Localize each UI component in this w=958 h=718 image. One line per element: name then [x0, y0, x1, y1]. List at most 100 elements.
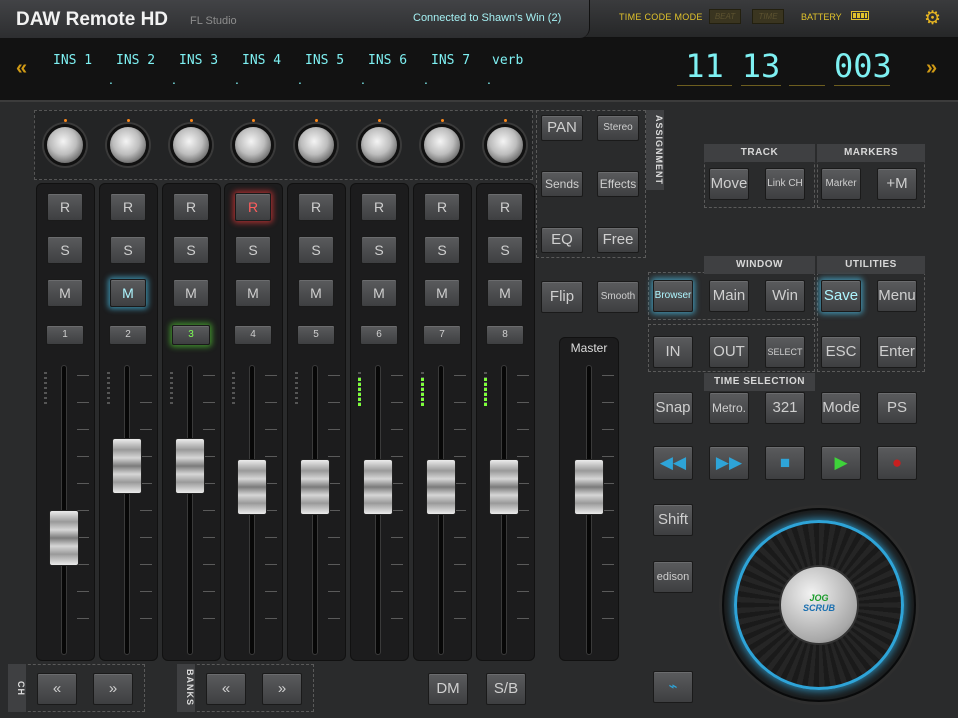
pan-knob[interactable]	[484, 124, 526, 166]
in-button[interactable]: IN	[653, 336, 693, 368]
jog-scrub-center[interactable]: JOG SCRUB	[779, 565, 859, 645]
battery-icon	[851, 11, 869, 20]
record-arm-button[interactable]: R	[487, 193, 523, 221]
mute-button[interactable]: M	[298, 279, 334, 307]
solo-button[interactable]: S	[110, 236, 146, 264]
mute-button[interactable]: M	[361, 279, 397, 307]
select-button[interactable]: SELECT	[765, 336, 805, 368]
shift-button[interactable]: Shift	[653, 504, 693, 536]
effects-button[interactable]: Effects	[597, 171, 639, 197]
tc-time-button[interactable]: TIME	[752, 9, 784, 24]
smooth-button[interactable]: Smooth	[597, 281, 639, 313]
ch-prev-button[interactable]: «	[37, 673, 77, 705]
main-window-button[interactable]: Main	[709, 280, 749, 312]
snap-button[interactable]: Snap	[653, 392, 693, 424]
dm-button[interactable]: DM	[428, 673, 468, 705]
esc-button[interactable]: ESC	[821, 336, 861, 368]
channel-select-button[interactable]: 2	[109, 325, 147, 345]
pan-knob[interactable]	[170, 124, 212, 166]
eq-button[interactable]: EQ	[541, 227, 583, 253]
master-fader[interactable]	[574, 459, 604, 515]
banks-next-button[interactable]: »	[262, 673, 302, 705]
channel-select-button[interactable]: 6	[360, 325, 398, 345]
channel-select-button[interactable]: 4	[234, 325, 272, 345]
channel-fader[interactable]	[426, 459, 456, 515]
flip-button[interactable]: Flip	[541, 281, 583, 313]
channel-select-button[interactable]: 8	[486, 325, 524, 345]
rewind-icon[interactable]: ◀◀	[653, 446, 693, 480]
record-arm-button[interactable]: R	[173, 193, 209, 221]
pan-knob[interactable]	[295, 124, 337, 166]
solo-button[interactable]: S	[298, 236, 334, 264]
sb-button[interactable]: S/B	[486, 673, 526, 705]
banks-prev-button[interactable]: «	[206, 673, 246, 705]
solo-button[interactable]: S	[424, 236, 460, 264]
record-arm-button[interactable]: R	[110, 193, 146, 221]
channel-select-button[interactable]: 1	[46, 325, 84, 345]
mute-button[interactable]: M	[424, 279, 460, 307]
channel-fader[interactable]	[300, 459, 330, 515]
metronome-button[interactable]: Metro.	[709, 392, 749, 424]
ch-next-button[interactable]: »	[93, 673, 133, 705]
channel-fader[interactable]	[175, 438, 205, 494]
insert-dot: .	[109, 71, 113, 87]
solo-button[interactable]: S	[173, 236, 209, 264]
stop-icon[interactable]: ■	[765, 446, 805, 480]
win-button[interactable]: Win	[765, 280, 805, 312]
sends-button[interactable]: Sends	[541, 171, 583, 197]
add-marker-button[interactable]: +M	[877, 168, 917, 200]
solo-button[interactable]: S	[361, 236, 397, 264]
mute-button[interactable]: M	[487, 279, 523, 307]
pan-knob[interactable]	[107, 124, 149, 166]
channel-select-button[interactable]: 5	[297, 325, 335, 345]
level-meter-lit	[484, 378, 487, 408]
enter-button[interactable]: Enter	[877, 336, 917, 368]
ps-button[interactable]: PS	[877, 392, 917, 424]
move-button[interactable]: Move	[709, 168, 749, 200]
menu-button[interactable]: Menu	[877, 280, 917, 312]
record-arm-button[interactable]: R	[298, 193, 334, 221]
record-arm-button[interactable]: R	[424, 193, 460, 221]
mute-button[interactable]: M	[173, 279, 209, 307]
edison-button[interactable]: edison	[653, 561, 693, 593]
double-chevron-left-icon[interactable]: «	[16, 58, 27, 78]
browser-button[interactable]: Browser	[653, 280, 693, 312]
pan-knob[interactable]	[358, 124, 400, 166]
channel-select-button[interactable]: 3	[172, 325, 210, 345]
save-button[interactable]: Save	[821, 280, 861, 312]
channel-fader[interactable]	[363, 459, 393, 515]
play-icon[interactable]: ▶	[821, 446, 861, 480]
pan-knob[interactable]	[232, 124, 274, 166]
channel-fader[interactable]	[489, 459, 519, 515]
countdown-button[interactable]: 321	[765, 392, 805, 424]
mute-button[interactable]: M	[47, 279, 83, 307]
out-button[interactable]: OUT	[709, 336, 749, 368]
record-arm-button[interactable]: R	[361, 193, 397, 221]
gear-icon[interactable]: ⚙	[924, 9, 941, 28]
free-button[interactable]: Free	[597, 227, 639, 253]
stereo-button[interactable]: Stereo	[597, 115, 639, 141]
marker-button[interactable]: Marker	[821, 168, 861, 200]
pan-button[interactable]: PAN	[541, 115, 583, 141]
pan-knob[interactable]	[44, 124, 86, 166]
solo-button[interactable]: S	[47, 236, 83, 264]
smooth-scrub-icon[interactable]: ⌁	[653, 671, 693, 703]
record-arm-button[interactable]: R	[235, 193, 271, 221]
link-ch-button[interactable]: Link CH	[765, 168, 805, 200]
pan-knob[interactable]	[421, 124, 463, 166]
double-chevron-right-icon[interactable]: »	[926, 58, 937, 78]
solo-button[interactable]: S	[487, 236, 523, 264]
record-icon[interactable]: ●	[877, 446, 917, 480]
tc-beat-button[interactable]: BEAT	[709, 9, 741, 24]
channel-fader[interactable]	[237, 459, 267, 515]
channel-fader[interactable]	[49, 510, 79, 566]
fast-forward-icon[interactable]: ▶▶	[709, 446, 749, 480]
record-arm-button[interactable]: R	[47, 193, 83, 221]
mute-button[interactable]: M	[110, 279, 146, 307]
jog-wheel[interactable]: JOG SCRUB	[722, 508, 916, 702]
solo-button[interactable]: S	[235, 236, 271, 264]
channel-select-button[interactable]: 7	[423, 325, 461, 345]
mode-button[interactable]: Mode	[821, 392, 861, 424]
channel-fader[interactable]	[112, 438, 142, 494]
mute-button[interactable]: M	[235, 279, 271, 307]
